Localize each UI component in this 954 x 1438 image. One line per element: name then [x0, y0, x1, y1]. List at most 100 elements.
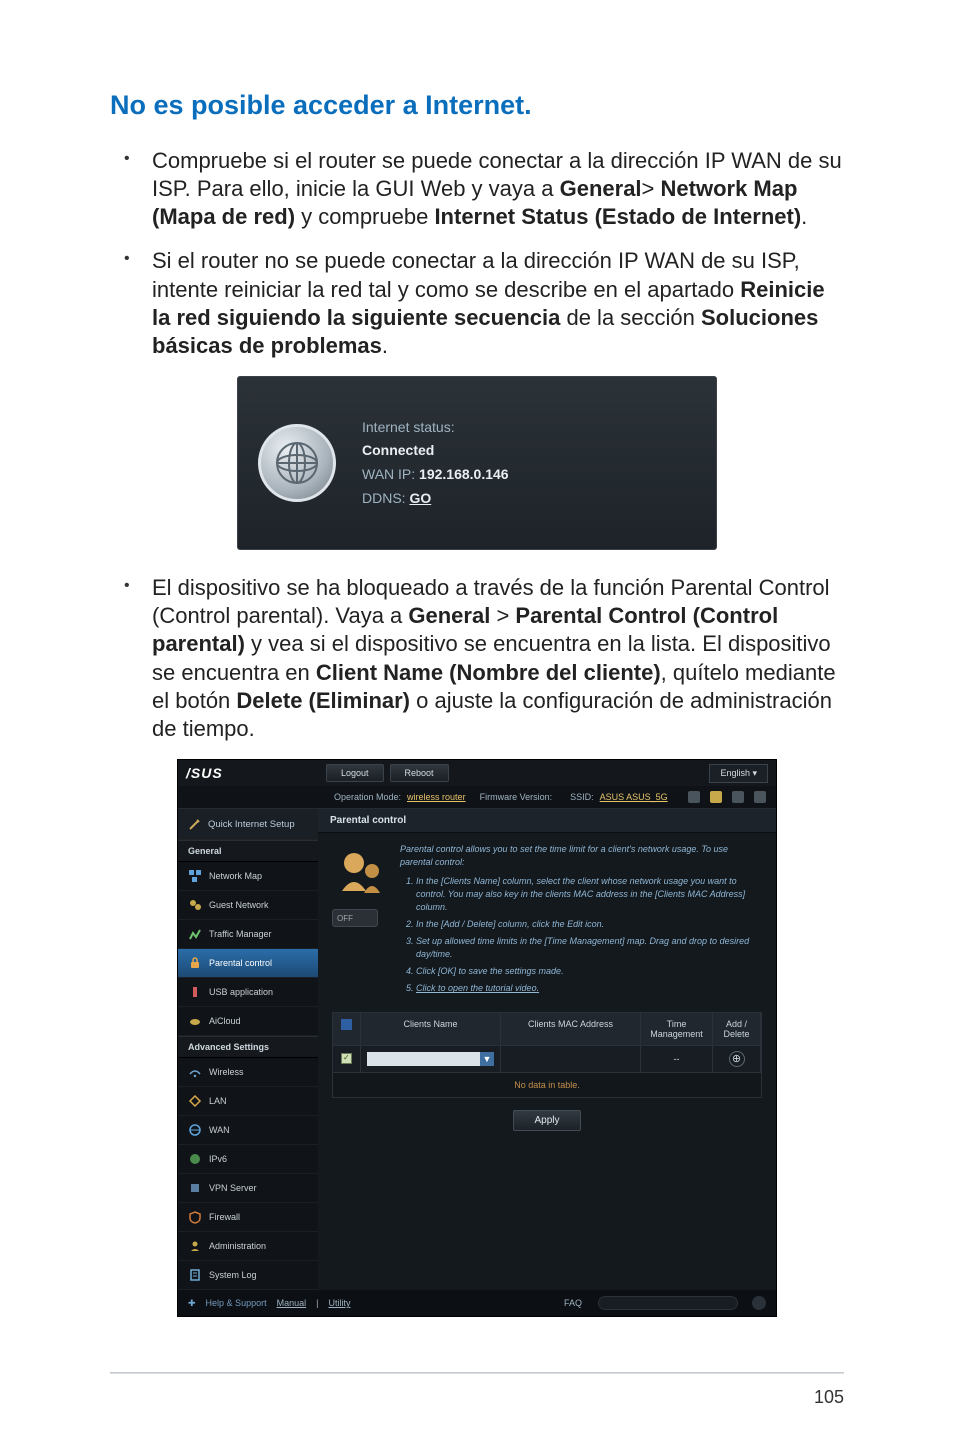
ssid-value[interactable]: ASUS ASUS_5G [600, 792, 668, 802]
step-4: Click [OK] to save the settings made. [416, 965, 762, 978]
nav-system-log[interactable]: System Log [178, 1261, 318, 1290]
section-header-general: General [178, 840, 318, 862]
tutorial-link[interactable]: Click to open the tutorial video. [416, 983, 539, 993]
faq-search-input[interactable] [598, 1296, 738, 1310]
bullet-3: El dispositivo se ha bloqueado a través … [124, 574, 844, 743]
step-2: In the [Add / Delete] column, click the … [416, 918, 762, 931]
description-text: Parental control allows you to set the t… [400, 843, 762, 999]
nav-parental-control[interactable]: Parental control [178, 949, 318, 978]
utility-link[interactable]: Utility [328, 1298, 350, 1308]
nav-label: LAN [209, 1096, 227, 1106]
apply-button[interactable]: Apply [513, 1110, 580, 1131]
traffic-manager-icon [188, 927, 202, 941]
text: . [382, 333, 388, 358]
bullet-2: Si el router no se puede conectar a la d… [124, 247, 844, 360]
wan-value: 192.168.0.146 [419, 466, 509, 482]
globe-icon [258, 424, 336, 502]
sep: | [316, 1298, 318, 1308]
guest-network-icon [188, 898, 202, 912]
search-icon[interactable] [752, 1296, 766, 1310]
network-map-icon [188, 869, 202, 883]
nav-label: WAN [209, 1125, 230, 1135]
desc-intro: Parental control allows you to set the t… [400, 843, 762, 869]
nav-label: VPN Server [209, 1183, 257, 1193]
text-bold: Delete (Eliminar) [236, 688, 410, 713]
step-3: Set up allowed time limits in the [Time … [416, 935, 762, 961]
add-row-button[interactable]: ⊕ [729, 1051, 745, 1067]
faq-label: FAQ [564, 1298, 582, 1308]
manual-link[interactable]: Manual [277, 1298, 307, 1308]
logout-button[interactable]: Logout [326, 764, 384, 782]
section-header-advanced: Advanced Settings [178, 1036, 318, 1058]
cloud-icon [188, 1014, 202, 1028]
tab-parental-control[interactable]: Parental control [318, 809, 776, 833]
vpn-icon [188, 1181, 202, 1195]
firewall-icon [188, 1210, 202, 1224]
nav-label: Network Map [209, 871, 262, 881]
text-bold: General [408, 603, 490, 628]
nav-wireless[interactable]: Wireless [178, 1058, 318, 1087]
language-select[interactable]: English ▾ [709, 764, 768, 783]
nav-label: Parental control [209, 958, 272, 968]
help-icon: ✚ [188, 1298, 196, 1309]
help-support-label: Help & Support [206, 1298, 267, 1308]
usb-icon [188, 985, 202, 999]
status-icon [688, 791, 700, 803]
ddns-label: DDNS: [362, 490, 409, 506]
ipv6-icon [188, 1152, 202, 1166]
bullet-list-2: El dispositivo se ha bloqueado a través … [124, 574, 844, 743]
text: y compruebe [295, 204, 434, 229]
reboot-button[interactable]: Reboot [390, 764, 449, 782]
col-time: Time Management [641, 1013, 713, 1045]
wand-icon [188, 817, 202, 831]
main-area: Quick Internet Setup General Network Map… [178, 809, 776, 1290]
nav-traffic-manager[interactable]: Traffic Manager [178, 920, 318, 949]
text-bold: Client Name (Nombre del cliente) [316, 660, 661, 685]
grid-input-row: ▼ -- ⊕ [333, 1045, 761, 1072]
row-checkbox[interactable] [341, 1053, 352, 1064]
lan-icon [188, 1094, 202, 1108]
wan-label: WAN IP: [362, 466, 419, 482]
nav-guest-network[interactable]: Guest Network [178, 891, 318, 920]
nav-label: System Log [209, 1270, 257, 1280]
enable-toggle[interactable]: OFF [332, 909, 378, 927]
opmode-value[interactable]: wireless router [407, 792, 466, 802]
info-bar: Operation Mode: wireless router Firmware… [178, 786, 776, 809]
nav-vpn-server[interactable]: VPN Server [178, 1174, 318, 1203]
col-name: Clients Name [361, 1013, 501, 1045]
quick-internet-setup[interactable]: Quick Internet Setup [178, 809, 318, 840]
admin-icon [188, 1239, 202, 1253]
nav-wan[interactable]: WAN [178, 1116, 318, 1145]
no-data-label: No data in table. [333, 1072, 761, 1097]
col-checkbox [333, 1013, 361, 1045]
nav-label: IPv6 [209, 1154, 227, 1164]
wireless-icon [188, 1065, 202, 1079]
header-checkbox-icon [341, 1019, 352, 1030]
ddns-go-link[interactable]: GO [409, 490, 431, 506]
nav-lan[interactable]: LAN [178, 1087, 318, 1116]
nav-label: USB application [209, 987, 273, 997]
router-ui-screenshot: /SUS Logout Reboot English ▾ Operation M… [177, 759, 777, 1317]
nav-label: Guest Network [209, 900, 269, 910]
ssid-label: SSID: [570, 792, 594, 802]
nav-administration[interactable]: Administration [178, 1232, 318, 1261]
nav-firewall[interactable]: Firewall [178, 1203, 318, 1232]
nav-usb-application[interactable]: USB application [178, 978, 318, 1007]
page-number: 105 [814, 1387, 844, 1408]
nav-label: Firewall [209, 1212, 240, 1222]
client-name-dropdown[interactable]: ▼ [480, 1052, 494, 1066]
panel-body: OFF Parental control allows you to set t… [318, 833, 776, 1200]
page-divider [110, 1372, 844, 1374]
sidebar: Quick Internet Setup General Network Map… [178, 809, 318, 1290]
step-1: In the [Clients Name] column, select the… [416, 875, 762, 914]
client-name-input[interactable] [367, 1052, 480, 1066]
qis-label: Quick Internet Setup [208, 819, 295, 830]
nav-network-map[interactable]: Network Map [178, 862, 318, 891]
nav-aicloud[interactable]: AiCloud [178, 1007, 318, 1036]
col-mac: Clients MAC Address [501, 1013, 641, 1045]
text: > [642, 176, 661, 201]
nav-ipv6[interactable]: IPv6 [178, 1145, 318, 1174]
status-label: Internet status: [362, 419, 455, 435]
parental-control-icon [188, 956, 202, 970]
text: > [490, 603, 515, 628]
